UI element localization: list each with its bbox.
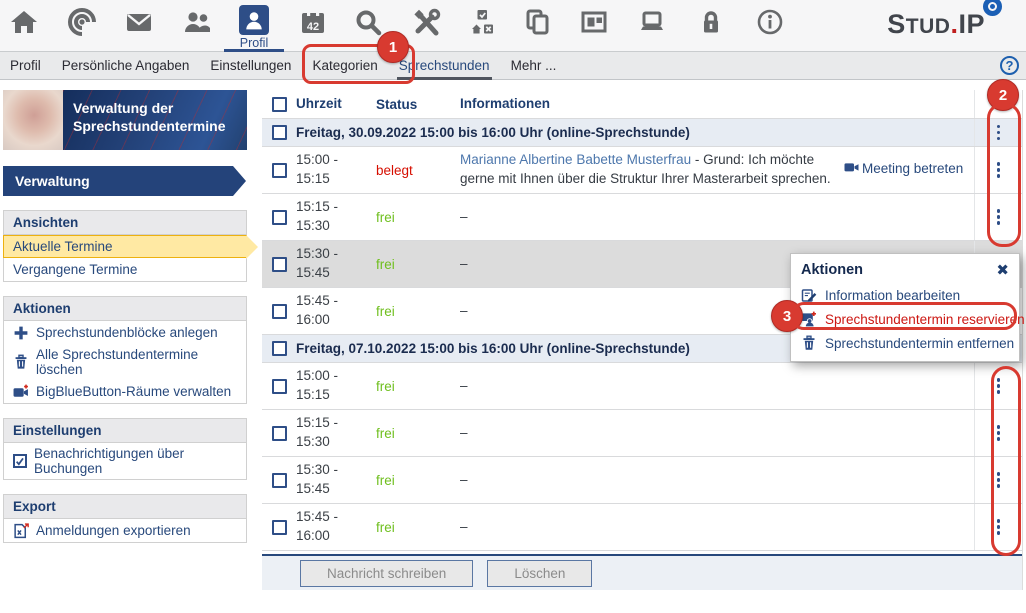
video-camera-icon	[844, 160, 859, 181]
sidebar-setting-benachrichtigungen[interactable]: Benachrichtigungen über Buchungen	[4, 443, 246, 479]
annotation-outline-row-actions-top	[987, 103, 1021, 247]
row-checkbox[interactable]	[272, 473, 287, 488]
delete-button[interactable]: Löschen	[487, 560, 592, 587]
table-row: 15:30 - 15:45 frei –	[262, 457, 1022, 504]
questionnaires-icon[interactable]	[468, 8, 496, 36]
sidebar-item-aktuelle-termine[interactable]: Aktuelle Termine	[3, 235, 247, 258]
top-navigation-bar: Profil 42 STUD.IP	[0, 0, 1026, 52]
widget-header: Ansichten	[4, 211, 246, 235]
subnav-item-einstellungen[interactable]: Einstellungen	[210, 58, 291, 73]
info-icon[interactable]	[756, 8, 784, 36]
sidebar-widget-aktionen: Aktionen Sprechstundenblöcke anlegen All…	[3, 296, 247, 404]
row-checkbox[interactable]	[272, 520, 287, 535]
lock-icon[interactable]	[697, 8, 725, 36]
export-icon	[13, 523, 29, 539]
table-footer: Nachricht schreiben Löschen	[262, 554, 1022, 590]
home-icon[interactable]	[10, 8, 38, 36]
sidebar-item-vergangene-termine[interactable]: Vergangene Termine	[4, 258, 246, 281]
studip-logo: STUD.IP	[887, 9, 1004, 40]
select-all-checkbox[interactable]	[272, 97, 287, 112]
messages-icon[interactable]	[125, 8, 153, 36]
sidebar-action-bbb-raeume[interactable]: BigBlueButton-Räume verwalten	[4, 380, 246, 403]
table-row: 15:00 - 15:15 belegt Marianne Albertine …	[262, 147, 1022, 194]
profile-tab-label: Profil	[224, 36, 284, 50]
status-badge: frei	[376, 257, 460, 272]
group-checkbox[interactable]	[272, 125, 287, 140]
table-row: 15:00 - 15:15 frei –	[262, 363, 1022, 410]
tools-icon[interactable]	[413, 8, 441, 36]
row-checkbox[interactable]	[272, 379, 287, 394]
subnav-item-mehr[interactable]: Mehr ...	[511, 58, 557, 73]
trash-icon	[801, 335, 817, 351]
help-icon[interactable]: ?	[1000, 56, 1019, 75]
table-row: 15:15 - 15:30 frei –	[262, 410, 1022, 457]
annotation-outline-reservieren-item	[791, 302, 1017, 330]
bulletin-board-icon[interactable]	[580, 8, 608, 36]
popup-item-information-bearbeiten[interactable]: Information bearbeiten	[801, 287, 1009, 303]
table-header-row: Uhrzeit Status Informationen	[262, 90, 1022, 119]
whats-new-icon[interactable]	[68, 8, 96, 36]
row-checkbox[interactable]	[272, 163, 287, 178]
community-icon[interactable]	[183, 8, 211, 36]
logo-swirl-icon	[983, 0, 1002, 16]
status-badge: belegt	[376, 163, 460, 178]
person-link[interactable]: Marianne Albertine Babette Musterfrau	[460, 152, 691, 167]
popup-title: Aktionen	[801, 262, 863, 278]
status-badge: frei	[376, 426, 460, 441]
group-checkbox[interactable]	[272, 341, 287, 356]
sidebar-export-anmeldungen[interactable]: Anmeldungen exportieren	[4, 519, 246, 542]
close-icon[interactable]: ✖	[996, 261, 1009, 279]
status-badge: frei	[376, 304, 460, 319]
popup-item-termin-entfernen[interactable]: Sprechstundentermin entfernen	[801, 335, 1009, 351]
annotation-step-1: 1	[377, 31, 409, 63]
join-meeting-link[interactable]: Meeting betreten	[844, 160, 974, 181]
svg-text:42: 42	[307, 21, 319, 33]
sidebar-widget-ansichten: Ansichten Aktuelle Termine Vergangene Te…	[3, 210, 247, 282]
widget-header: Aktionen	[4, 297, 246, 321]
meeting-icon	[13, 384, 29, 400]
table-row: 15:15 - 15:30 frei –	[262, 194, 1022, 241]
avatar	[3, 90, 63, 150]
row-checkbox[interactable]	[272, 426, 287, 441]
sidebar-nav-banner: Verwaltung	[3, 166, 233, 196]
row-checkbox[interactable]	[272, 257, 287, 272]
status-badge: frei	[376, 520, 460, 535]
widget-header: Export	[4, 495, 246, 519]
page-title: Verwaltung der Sprechstundentermine	[63, 90, 247, 150]
subnav-item-profil[interactable]: Profil	[10, 58, 41, 73]
row-checkbox[interactable]	[272, 210, 287, 225]
status-badge: frei	[376, 379, 460, 394]
trash-icon	[13, 354, 29, 370]
sidebar-action-bloecke-anlegen[interactable]: Sprechstundenblöcke anlegen	[4, 321, 246, 344]
sidebar-widget-export: Export Anmeldungen exportieren	[3, 494, 247, 543]
subnav-item-persoenliche-angaben[interactable]: Persönliche Angaben	[62, 58, 190, 73]
plus-icon	[13, 325, 29, 341]
profile-subnav: Profil Persönliche Angaben Einstellungen…	[0, 52, 1026, 80]
status-badge: frei	[376, 473, 460, 488]
status-badge: frei	[376, 210, 460, 225]
sidebar-widget-einstellungen: Einstellungen Benachrichtigungen über Bu…	[3, 418, 247, 480]
profile-icon[interactable]	[239, 5, 269, 35]
edit-icon	[801, 287, 817, 303]
search-icon[interactable]	[354, 8, 382, 36]
checkbox-checked-icon[interactable]	[13, 454, 27, 468]
sidebar-action-alle-loeschen[interactable]: Alle Sprechstundentermine löschen	[4, 344, 246, 380]
annotation-outline-row-actions-bottom	[991, 366, 1021, 556]
group-header-row: Freitag, 30.09.2022 15:00 bis 16:00 Uhr …	[262, 119, 1022, 147]
sidebar: Verwaltung der Sprechstundentermine Verw…	[3, 90, 247, 543]
widget-header: Einstellungen	[4, 419, 246, 443]
files-icon[interactable]	[523, 8, 551, 36]
write-message-button[interactable]: Nachricht schreiben	[300, 560, 473, 587]
planner-icon[interactable]: 42	[299, 8, 327, 36]
row-checkbox[interactable]	[272, 304, 287, 319]
courseware-icon[interactable]	[638, 8, 666, 36]
table-row: 15:45 - 16:00 frei –	[262, 504, 1022, 551]
